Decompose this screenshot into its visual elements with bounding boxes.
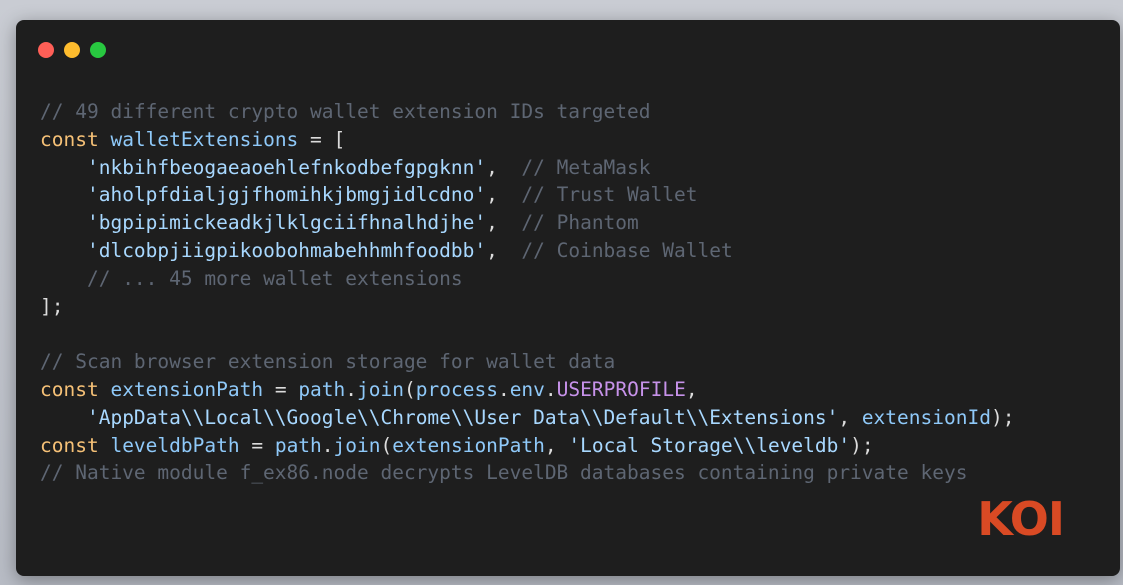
code-line: const leveldbPath = path.join(extensionP… (40, 432, 1014, 460)
code-token: = (263, 377, 299, 401)
code-line: const walletExtensions = [ (40, 126, 1014, 154)
code-token: env (509, 377, 545, 401)
code-token: ); (850, 433, 874, 457)
code-token: // Scan browser extension storage for wa… (40, 350, 616, 374)
code-line: // Native module f_ex86.node decrypts Le… (40, 459, 1014, 487)
code-token: ); (990, 405, 1015, 429)
code-token: 'Local Storage\\leveldb' (568, 433, 851, 457)
code-token: ]; (40, 294, 64, 318)
code-token: // 49 different crypto wallet extension … (40, 100, 651, 123)
code-token: , (486, 211, 522, 235)
code-token: , (685, 377, 698, 401)
code-token: 'AppData\\Local\\Google\\Chrome\\User Da… (86, 405, 839, 429)
code-token: const (40, 127, 111, 151)
code-token: 'dlcobpjiigpikoobohmabehhmhfoodbb' (86, 238, 487, 262)
code-token: const (40, 433, 111, 457)
code-token: // Trust Wallet (521, 183, 698, 207)
code-token: // Phantom (521, 211, 639, 235)
code-token: , (544, 433, 569, 457)
code-token: ( (404, 377, 416, 401)
code-token: extensionId (861, 405, 991, 429)
code-token: extensionPath (392, 433, 545, 457)
koi-logo: KOI (977, 492, 1065, 546)
code-token: 'nkbihfbeogaeaoehlefnkodbefgpgknn' (86, 155, 487, 179)
code-line: 'aholpfdialjgjfhomihkjbmgjidlcdno', // T… (40, 181, 1014, 209)
code-token: , (486, 238, 522, 262)
code-line: // 49 different crypto wallet extension … (40, 98, 1014, 126)
code-line: ]; (40, 293, 1014, 321)
code-line: 'AppData\\Local\\Google\\Chrome\\User Da… (40, 404, 1014, 432)
code-token: . (321, 433, 334, 457)
code-token: const (40, 377, 111, 401)
code-line: 'bgpipimickeadkjlklgciifhnalhdjhe', // P… (40, 209, 1014, 237)
code-token: . (345, 377, 358, 401)
code-token: // MetaMask (521, 155, 651, 179)
code-token: = (239, 433, 275, 457)
code-token: 'bgpipimickeadkjlklgciifhnalhdjhe' (86, 211, 487, 235)
code-token: , (838, 405, 862, 429)
code-line: 'nkbihfbeogaeaoehlefnkodbefgpgknn', // M… (40, 154, 1014, 182)
code-token: // Coinbase Wallet (521, 238, 733, 262)
code-token: . (497, 377, 510, 401)
code-token: path (298, 377, 346, 401)
code-token: // Native module f_ex86.node decrypts Le… (40, 461, 968, 485)
code-token: ( (380, 433, 393, 457)
code-token: . (544, 377, 557, 401)
minimize-button[interactable] (64, 42, 80, 58)
code-token: process (415, 377, 498, 401)
code-line: 'dlcobpjiigpikoobohmabehhmhfoodbb', // C… (40, 237, 1014, 265)
maximize-button[interactable] (90, 42, 106, 58)
code-token: leveldbPath (110, 433, 240, 457)
code-block: // 49 different crypto wallet extension … (40, 98, 1014, 487)
code-token: , (486, 183, 522, 207)
code-token: join (357, 377, 404, 401)
code-token: join (333, 433, 381, 457)
code-token: = [ (298, 127, 346, 151)
code-token: USERPROFILE (556, 377, 686, 401)
code-line: // Scan browser extension storage for wa… (40, 348, 1014, 376)
code-token: walletExtensions (110, 127, 299, 151)
code-line: const extensionPath = path.join(process.… (40, 376, 1014, 404)
code-token: 'aholpfdialjgjfhomihkjbmgjidlcdno' (86, 183, 487, 207)
code-token: , (486, 155, 522, 179)
code-token: // ... 45 more wallet extensions (86, 266, 463, 290)
close-button[interactable] (38, 42, 54, 58)
code-token: extensionPath (110, 377, 264, 401)
code-token: path (274, 433, 322, 457)
code-line: // ... 45 more wallet extensions (40, 265, 1014, 293)
code-window: // 49 different crypto wallet extension … (16, 20, 1120, 576)
window-controls (38, 42, 106, 58)
